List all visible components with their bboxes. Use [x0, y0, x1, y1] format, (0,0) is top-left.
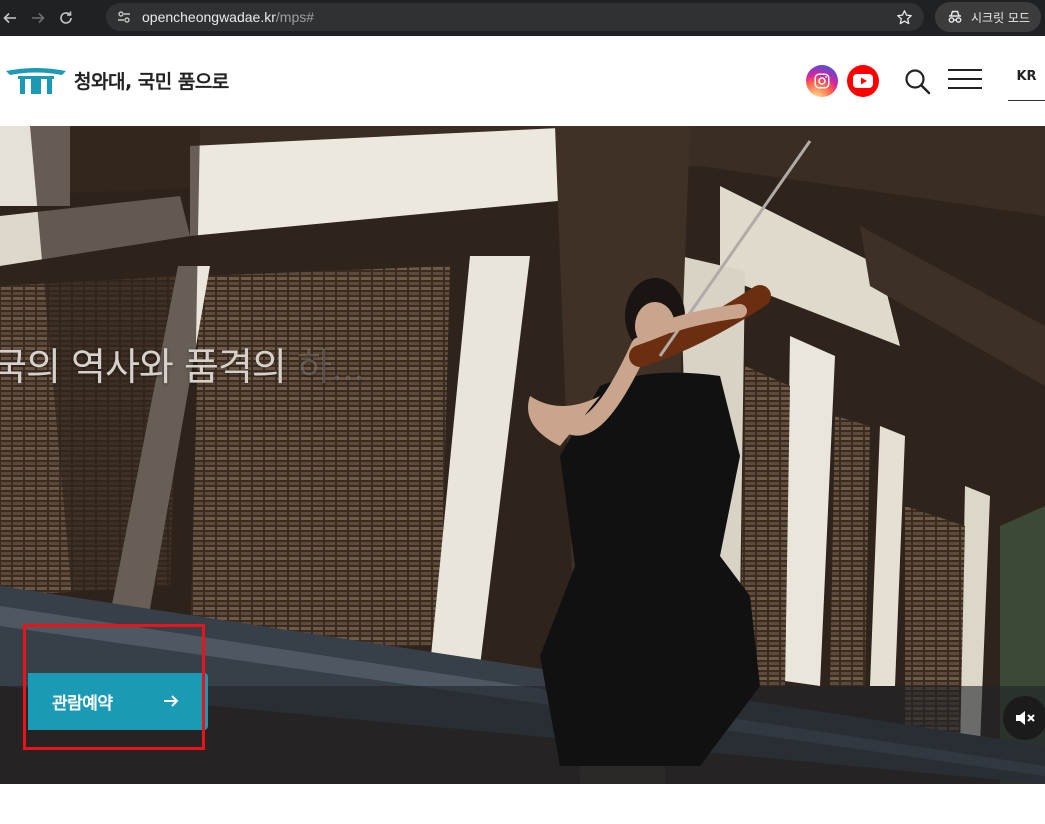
bookmark-button[interactable]	[894, 7, 914, 27]
incognito-icon	[948, 10, 962, 23]
mute-toggle-button[interactable]	[1003, 696, 1045, 740]
instagram-icon	[814, 73, 830, 89]
reservation-button[interactable]: 관람예약	[28, 673, 208, 730]
pavilion-logo-icon	[6, 68, 66, 94]
site-info-button[interactable]	[110, 3, 138, 31]
reload-icon	[60, 11, 72, 24]
hamburger-menu-icon	[948, 69, 982, 71]
hero-caption-fading: 하...	[296, 345, 365, 389]
incognito-badge[interactable]: 시크릿 모드	[935, 2, 1041, 32]
site-info-icon	[118, 11, 130, 23]
browser-toolbar: opencheongwadae.kr/mps# 시크릿 모드	[0, 0, 1045, 36]
instagram-link[interactable]	[806, 65, 838, 97]
youtube-link[interactable]	[847, 65, 879, 97]
search-button[interactable]	[903, 67, 933, 97]
hero-caption: 국의 역사와 품격의 하...	[0, 336, 365, 391]
hero-caption-text: 국의 역사와 품격의	[0, 345, 287, 389]
address-bar[interactable]: opencheongwadae.kr/mps#	[106, 3, 924, 31]
star-icon	[896, 9, 912, 24]
hamburger-line	[948, 78, 982, 80]
hamburger-line	[948, 87, 982, 89]
reservation-label: 관람예약	[52, 694, 113, 714]
youtube-icon	[853, 74, 873, 88]
forward-icon	[32, 12, 45, 24]
site-logo[interactable]: 청와대, 국민 품으로	[4, 64, 229, 96]
back-icon	[3, 12, 16, 24]
hero-video: 국의 역사와 품격의 하... 관람예약	[0, 126, 1045, 784]
arrow-right-icon	[164, 695, 179, 707]
search-icon	[905, 69, 931, 95]
incognito-label: 시크릿 모드	[971, 10, 1031, 25]
site-header: 청와대, 국민 품으로 KR	[0, 36, 1045, 126]
back-button[interactable]	[0, 4, 24, 32]
language-selector[interactable]: KR	[1008, 66, 1045, 101]
logo-text: 청와대, 국민 품으로	[74, 70, 229, 93]
reload-button[interactable]	[52, 4, 80, 32]
forward-button[interactable]	[24, 4, 52, 32]
mute-icon	[1016, 711, 1035, 725]
url-host: opencheongwadae.kr	[142, 9, 276, 25]
url-path: /mps#	[275, 9, 315, 25]
url-text: opencheongwadae.kr/mps#	[142, 9, 314, 25]
hamburger-menu-button[interactable]	[948, 69, 982, 93]
